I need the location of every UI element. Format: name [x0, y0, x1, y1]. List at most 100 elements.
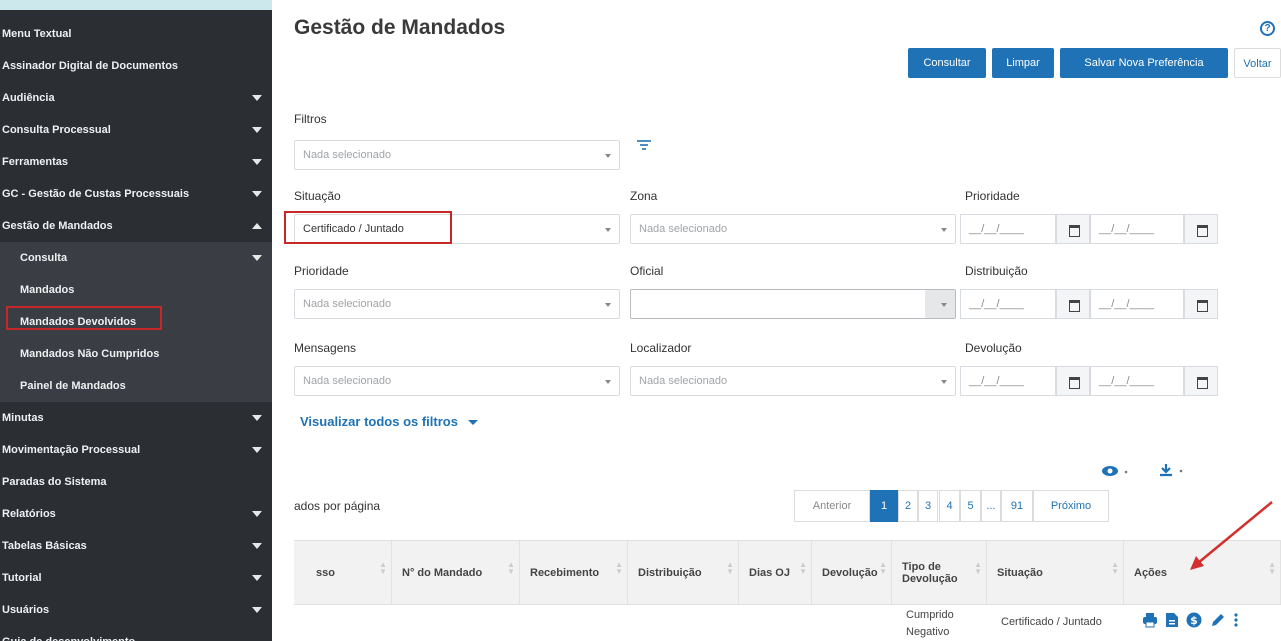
sidebar-item[interactable]: Usuários — [0, 594, 272, 626]
calendar-icon[interactable] — [1184, 214, 1218, 244]
page-title: Gestão de Mandados — [294, 16, 506, 39]
sidebar-item-label: Gestão de Mandados — [2, 220, 113, 232]
sidebar-item-label: Assinador Digital de Documentos — [2, 60, 179, 72]
column-header[interactable]: Dias OJ ▲ ▼ — [739, 541, 812, 605]
sidebar-item-label: Usuários — [2, 604, 50, 616]
sidebar-item[interactable]: Paradas do Sistema — [0, 466, 272, 498]
sidebar-item[interactable]: Movimentação Processual — [0, 434, 272, 466]
pagination-item[interactable]: 3 — [918, 490, 938, 522]
sidebar-item[interactable]: Consulta Processual — [0, 114, 272, 146]
devolucao-date-to[interactable]: __/__/____ — [1090, 366, 1184, 396]
column-header[interactable]: Situação ▲ ▼ — [987, 541, 1124, 605]
sidebar-item[interactable]: Assinador Digital de Documentos — [0, 50, 272, 82]
sidebar-item[interactable]: Mandados — [0, 274, 272, 306]
sidebar-item[interactable]: Painel de Mandados — [0, 370, 272, 402]
sidebar-item-label: Mandados — [20, 284, 75, 296]
column-header[interactable]: Tipo de Devolução ▲ ▼ — [892, 541, 987, 605]
sidebar-item[interactable]: Ferramentas — [0, 146, 272, 178]
sidebar-item-label: Consulta — [20, 252, 68, 264]
oficial-label: Oficial — [630, 264, 664, 278]
sidebar-item[interactable]: Tutorial — [0, 562, 272, 594]
table-row[interactable]: Cumprido Negativo Certificado / Juntado — [294, 604, 1281, 641]
consultar-button[interactable]: Consultar — [908, 48, 986, 78]
visualizar-todos-link[interactable]: Visualizar todos os filtros — [300, 414, 478, 429]
filtros-value: Nada selecionado — [303, 149, 392, 161]
filter-icon[interactable] — [636, 138, 652, 152]
sort-icon: ▲ ▼ — [615, 560, 623, 576]
column-header-label: Devolução — [822, 567, 878, 579]
sidebar-item[interactable]: Relatórios — [0, 498, 272, 530]
chevron-down-icon — [252, 255, 262, 261]
column-header[interactable]: sso ▲ ▼ — [294, 541, 392, 605]
salvar-preferencia-button[interactable]: Salvar Nova Preferência — [1060, 48, 1228, 78]
pagination-item[interactable]: Anterior — [794, 490, 870, 522]
sidebar-item[interactable]: Tabelas Básicas — [0, 530, 272, 562]
prioridade-date-to[interactable]: __/__/____ — [1090, 214, 1184, 244]
eye-icon[interactable] — [1102, 464, 1130, 478]
help-icon[interactable]: ? — [1260, 21, 1275, 36]
prioridade2-label: Prioridade — [294, 264, 349, 278]
column-header[interactable]: Distribuição ▲ ▼ — [628, 541, 739, 605]
pagination-item[interactable]: 1 — [870, 490, 898, 522]
column-header[interactable]: Devolução ▲ ▼ — [812, 541, 892, 605]
chevron-down-icon — [252, 543, 262, 549]
sidebar-item[interactable]: Menu Textual — [0, 18, 272, 50]
print-icon[interactable] — [1142, 612, 1158, 628]
calendar-icon[interactable] — [1184, 289, 1218, 319]
distribuicao-date-from[interactable]: __/__/____ — [960, 289, 1056, 319]
column-header-label: Recebimento — [530, 567, 600, 579]
pagination-item[interactable]: 5 — [960, 490, 981, 522]
sort-icon: ▲ ▼ — [1111, 560, 1119, 576]
chevron-down-icon — [252, 95, 262, 101]
calendar-icon[interactable] — [1056, 366, 1090, 396]
zona-value: Nada selecionado — [639, 223, 728, 235]
edit-icon[interactable] — [1210, 612, 1226, 628]
sidebar-item[interactable]: Minutas — [0, 402, 272, 434]
mensagens-value: Nada selecionado — [303, 375, 392, 387]
chevron-down-icon — [252, 575, 262, 581]
visualizar-todos-label: Visualizar todos os filtros — [300, 414, 458, 429]
oficial-select[interactable] — [630, 289, 956, 319]
prioridade-select[interactable]: Nada selecionado — [294, 289, 620, 319]
sidebar-item[interactable]: Audiência — [0, 82, 272, 114]
localizador-select[interactable]: Nada selecionado — [630, 366, 956, 396]
devolucao-date-from[interactable]: __/__/____ — [960, 366, 1056, 396]
chevron-down-icon — [605, 228, 611, 232]
filtros-select[interactable]: Nada selecionado — [294, 140, 620, 170]
prioridade-date-from[interactable]: __/__/____ — [960, 214, 1056, 244]
download-icon[interactable] — [1158, 462, 1186, 478]
sidebar-item-label: Painel de Mandados — [20, 380, 126, 392]
column-header[interactable]: N° do Mandado ▲ ▼ — [392, 541, 520, 605]
pagination-item[interactable]: 91 — [1001, 490, 1033, 522]
pagination-item[interactable]: 4 — [939, 490, 960, 522]
sidebar-item[interactable]: Mandados Não Cumpridos — [0, 338, 272, 370]
calendar-icon[interactable] — [1184, 366, 1218, 396]
sidebar-item-label: Guia de desenvolvimento — [2, 636, 135, 641]
column-header[interactable]: Recebimento ▲ ▼ — [520, 541, 628, 605]
voltar-button[interactable]: Voltar — [1234, 48, 1281, 78]
calendar-icon[interactable] — [1056, 289, 1090, 319]
sidebar-item[interactable]: GC - Gestão de Custas Processuais — [0, 178, 272, 210]
calendar-icon[interactable] — [1056, 214, 1090, 244]
more-icon[interactable] — [1232, 612, 1240, 628]
sidebar-item[interactable]: Guia de desenvolvimento — [0, 626, 272, 641]
row-tipo-devolucao: Cumprido Negativo — [906, 609, 954, 638]
sort-icon: ▲ ▼ — [1268, 560, 1276, 576]
distribuicao-date-to[interactable]: __/__/____ — [1090, 289, 1184, 319]
pagination-item[interactable]: ... — [981, 490, 1001, 522]
column-header[interactable]: Ações ▲ ▼ — [1124, 541, 1281, 605]
zona-select[interactable]: Nada selecionado — [630, 214, 956, 244]
pagination-item[interactable]: 2 — [898, 490, 918, 522]
dollar-icon[interactable]: $ — [1186, 612, 1202, 628]
sort-icon: ▲ ▼ — [974, 560, 982, 576]
sidebar-item-label: GC - Gestão de Custas Processuais — [2, 188, 190, 200]
limpar-button[interactable]: Limpar — [992, 48, 1054, 78]
sidebar-item[interactable]: Consulta — [0, 242, 272, 274]
pagination-item[interactable]: Próximo — [1033, 490, 1109, 522]
chevron-down-icon — [941, 380, 947, 384]
sidebar-item[interactable]: Gestão de Mandados — [0, 210, 272, 242]
document-icon[interactable] — [1164, 612, 1180, 628]
chevron-down-icon — [467, 420, 478, 426]
mensagens-select[interactable]: Nada selecionado — [294, 366, 620, 396]
filtros-label: Filtros — [294, 112, 327, 126]
